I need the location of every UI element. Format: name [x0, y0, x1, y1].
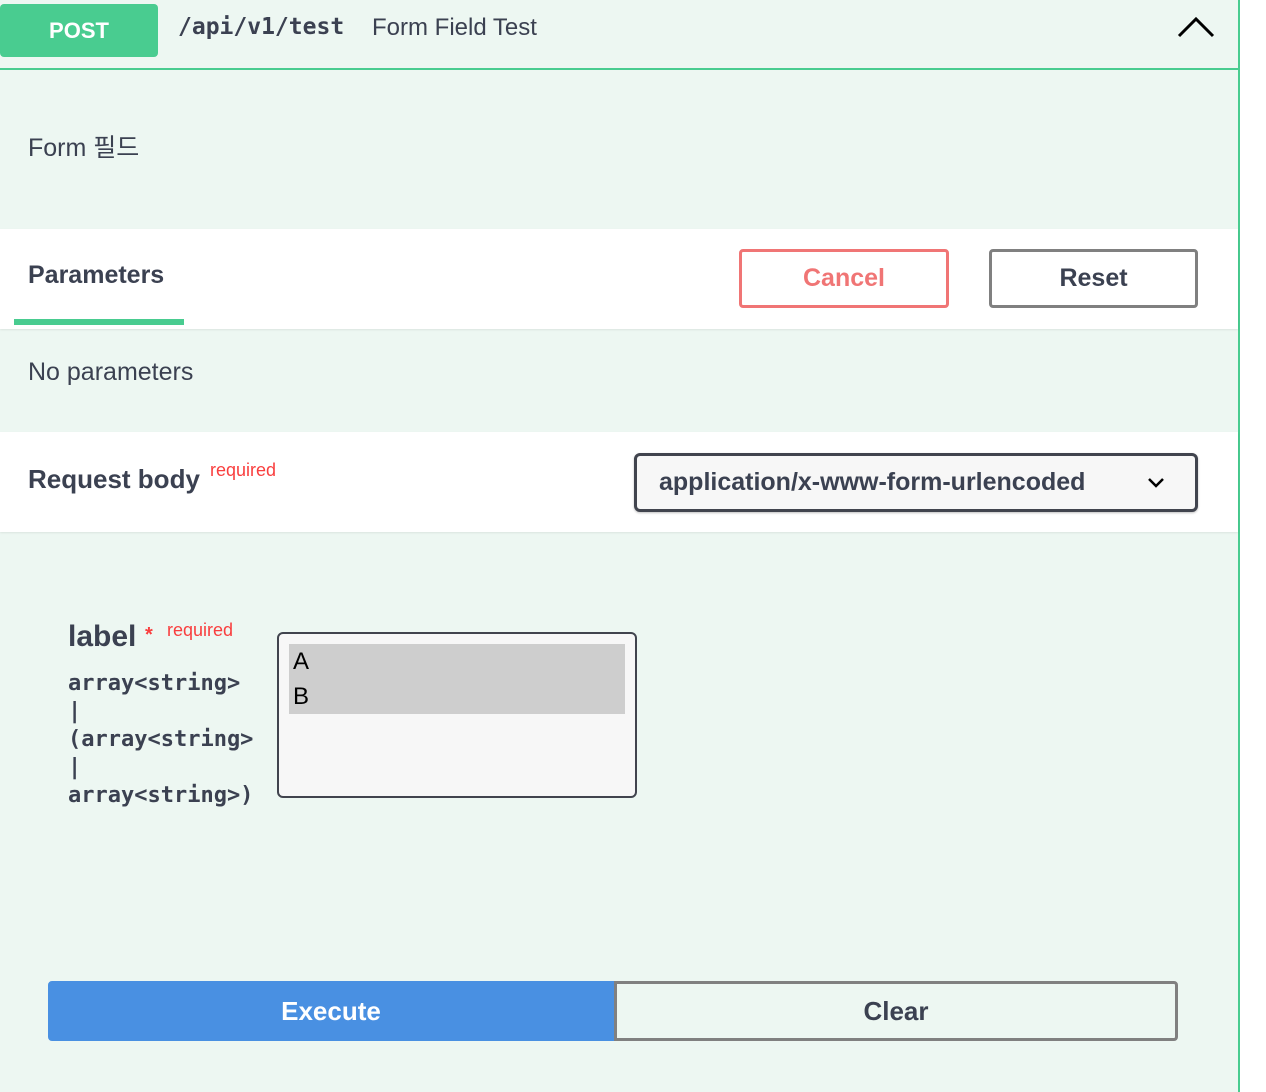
tab-parameters[interactable]: Parameters [14, 229, 184, 325]
operation-path: /api/v1/test [178, 14, 345, 40]
cancel-button[interactable]: Cancel [739, 249, 949, 308]
chevron-down-icon [1148, 478, 1164, 488]
operation-summary-text: Form Field Test [372, 14, 537, 41]
reset-button[interactable]: Reset [989, 249, 1198, 308]
content-type-select[interactable]: application/x-www-form-urlencoded [634, 453, 1198, 512]
field-required-badge: required [167, 620, 234, 640]
parameters-header: Parameters Cancel Reset [0, 229, 1238, 329]
operation-block: POST /api/v1/test Form Field Test Form 필… [0, 0, 1240, 1092]
request-body-required-badge: required [210, 460, 277, 480]
execute-button[interactable]: Execute [48, 981, 614, 1041]
chevron-up-icon[interactable] [1176, 14, 1216, 42]
request-body-title: Request body [28, 464, 200, 494]
operation-description: Form 필드 [28, 134, 140, 162]
select-option-b[interactable]: B [289, 679, 625, 714]
method-badge: POST [0, 4, 158, 57]
field-name: label [68, 620, 137, 653]
clear-button[interactable]: Clear [614, 981, 1178, 1041]
operation-summary[interactable]: POST /api/v1/test Form Field Test [0, 0, 1238, 70]
tab-parameters-label: Parameters [28, 261, 165, 289]
content-type-value: application/x-www-form-urlencoded [659, 468, 1086, 496]
label-multiselect[interactable]: A B [277, 632, 637, 798]
request-body-header: Request body required application/x-www-… [0, 432, 1238, 532]
select-option-a[interactable]: A [289, 644, 625, 679]
field-type: array<string> | (array<string> | array<s… [68, 671, 254, 808]
no-parameters-text: No parameters [28, 358, 194, 386]
required-star: * [145, 624, 153, 646]
